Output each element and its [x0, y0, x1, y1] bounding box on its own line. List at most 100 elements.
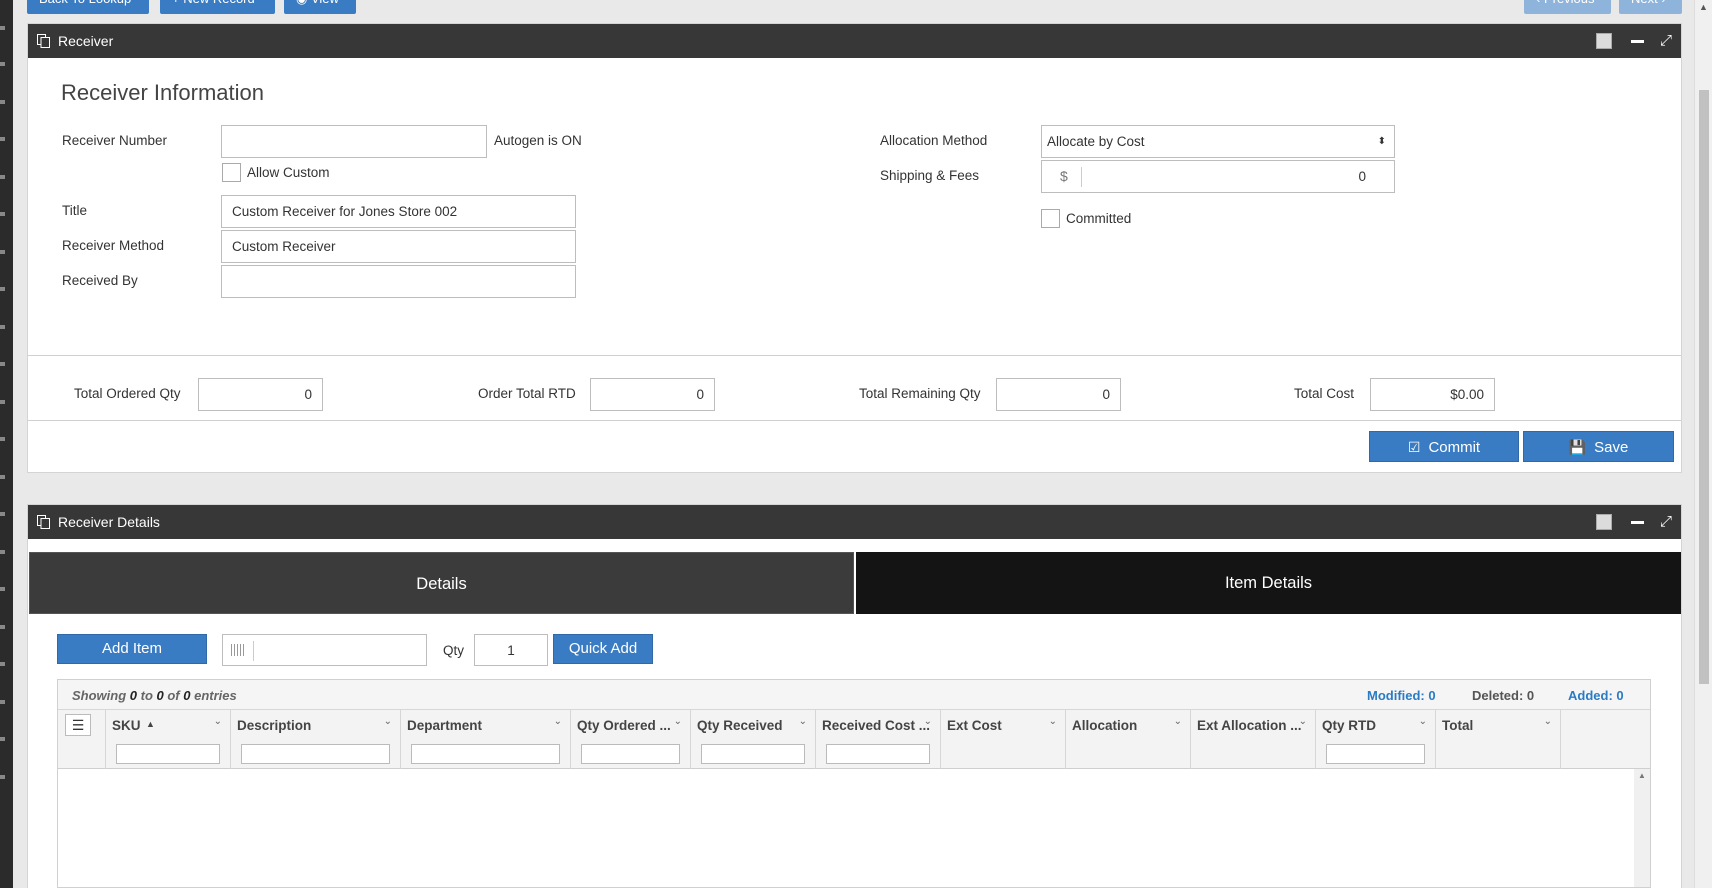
expand-icon[interactable]: ⤢	[1660, 514, 1672, 530]
column-qty-rtd[interactable]: Qty RTD ⌄	[1316, 710, 1436, 769]
document-icon	[37, 515, 50, 529]
column-total[interactable]: Total ⌄	[1436, 710, 1561, 769]
minimize-icon[interactable]	[1631, 40, 1644, 43]
save-button[interactable]: 💾 Save	[1523, 431, 1674, 462]
view-button[interactable]: ◉ View	[284, 0, 356, 14]
allow-custom-checkbox[interactable]	[222, 163, 241, 182]
showing-of-word: of	[163, 688, 184, 703]
tab-item-details[interactable]: Item Details	[856, 552, 1681, 614]
qty-label: Qty	[443, 643, 465, 658]
chevron-down-icon[interactable]: ⌄	[1299, 716, 1307, 727]
total-ordered-qty-field: 0	[198, 378, 323, 411]
top-toolbar: Back To Lookup + New Record ◉ View ‹ Pre…	[27, 0, 1712, 14]
column-header-qty-rtd: Qty RTD	[1322, 718, 1376, 733]
filter-department-input[interactable]	[411, 744, 560, 764]
scroll-thumb[interactable]	[1699, 90, 1709, 684]
panel-color-toggle[interactable]	[1596, 33, 1612, 49]
page-scrollbar[interactable]: ▲	[1694, 0, 1712, 888]
column-menu[interactable]: ☰	[58, 710, 106, 769]
column-ext-allocation[interactable]: Ext Allocation ... ⌄	[1191, 710, 1316, 769]
added-count[interactable]: Added: 0	[1568, 688, 1624, 703]
chevron-down-icon[interactable]: ⌄	[1544, 716, 1552, 727]
chevron-down-icon[interactable]: ⌄	[214, 716, 222, 727]
column-header-received-cost: Received Cost ...	[822, 718, 931, 733]
grid-body	[58, 769, 1650, 887]
column-qty-received[interactable]: Qty Received ⌄	[691, 710, 816, 769]
chevron-down-icon[interactable]: ⌄	[1049, 716, 1057, 727]
allocation-method-label: Allocation Method	[880, 133, 988, 148]
column-received-cost[interactable]: Received Cost ... ⌄	[816, 710, 941, 769]
column-header-qty-received: Qty Received	[697, 718, 783, 733]
grid-header: ☰ SKU ▲ ⌄ Description ⌄ Department ⌄ Qty…	[58, 710, 1650, 769]
title-label: Title	[62, 203, 88, 218]
column-department[interactable]: Department ⌄	[401, 710, 571, 769]
add-item-button[interactable]: Add Item	[57, 634, 207, 664]
scroll-up-icon[interactable]: ▲	[1638, 771, 1646, 780]
panel-color-toggle[interactable]	[1596, 514, 1612, 530]
modified-count[interactable]: Modified: 0	[1367, 688, 1436, 703]
committed-checkbox[interactable]	[1041, 209, 1060, 228]
received-by-label: Received By	[62, 273, 138, 288]
deleted-count[interactable]: Deleted: 0	[1472, 688, 1534, 703]
filter-description-input[interactable]	[241, 744, 390, 764]
column-header-department: Department	[407, 718, 483, 733]
qty-input[interactable]: 1	[474, 634, 548, 666]
minimize-icon[interactable]	[1631, 521, 1644, 524]
grid-info-bar: Showing 0 to 0 of 0 entries Modified: 0 …	[58, 680, 1650, 710]
new-record-button[interactable]: + New Record	[160, 0, 275, 14]
receiver-panel: Receiver ⤢ Receiver Information Receiver…	[27, 23, 1682, 473]
shipping-fees-input[interactable]: $ 0	[1041, 160, 1395, 193]
back-to-lookup-button[interactable]: Back To Lookup	[27, 0, 149, 14]
receiver-number-label: Receiver Number	[62, 133, 168, 148]
receiver-panel-header: Receiver ⤢	[28, 24, 1681, 58]
chevron-down-icon[interactable]: ⌄	[924, 716, 932, 727]
chevron-down-icon[interactable]: ⌄	[384, 716, 392, 727]
floppy-disk-icon: 💾	[1568, 439, 1587, 455]
received-by-input[interactable]	[221, 265, 576, 298]
barcode-icon	[231, 644, 246, 656]
chevron-down-icon[interactable]: ⌄	[674, 716, 682, 727]
grid-scrollbar[interactable]: ▲	[1634, 769, 1650, 887]
filter-qty-rtd-input[interactable]	[1326, 744, 1425, 764]
chevron-down-icon[interactable]: ⌄	[1419, 716, 1427, 727]
showing-to-word: to	[137, 688, 157, 703]
items-grid: Showing 0 to 0 of 0 entries Modified: 0 …	[57, 679, 1651, 888]
column-header-description: Description	[237, 718, 312, 733]
allocation-method-select[interactable]: Allocate by Cost ⬍	[1041, 125, 1395, 158]
commit-button[interactable]: ☑ Commit	[1369, 431, 1519, 462]
chevron-down-icon[interactable]: ⌄	[799, 716, 807, 727]
column-sku[interactable]: SKU ▲ ⌄	[106, 710, 231, 769]
menu-icon[interactable]: ☰	[65, 714, 91, 736]
column-description[interactable]: Description ⌄	[231, 710, 401, 769]
divider	[28, 355, 1681, 356]
tab-details[interactable]: Details	[29, 552, 854, 614]
chevron-down-icon[interactable]: ⌄	[1174, 716, 1182, 727]
filter-qty-received-input[interactable]	[701, 744, 805, 764]
receiver-number-input[interactable]	[221, 125, 487, 158]
currency-divider	[1081, 167, 1082, 187]
autogen-text: Autogen is ON	[494, 133, 582, 148]
quick-add-button[interactable]: Quick Add	[553, 634, 653, 664]
showing-entries-text: Showing 0 to 0 of 0 entries	[72, 688, 237, 703]
title-input[interactable]: Custom Receiver for Jones Store 002	[221, 195, 576, 228]
divider	[28, 420, 1681, 421]
previous-button[interactable]: ‹ Previous	[1524, 0, 1611, 14]
receiver-method-input[interactable]: Custom Receiver	[221, 230, 576, 263]
column-header-sku: SKU	[112, 718, 141, 733]
save-button-label: Save	[1594, 439, 1629, 456]
expand-icon[interactable]: ⤢	[1660, 33, 1672, 49]
column-ext-cost[interactable]: Ext Cost ⌄	[941, 710, 1066, 769]
column-allocation[interactable]: Allocation ⌄	[1066, 710, 1191, 769]
commit-button-label: Commit	[1428, 439, 1481, 456]
next-button[interactable]: Next ›	[1619, 0, 1682, 14]
filter-sku-input[interactable]	[116, 744, 220, 764]
shipping-fees-value: 0	[1358, 169, 1366, 184]
filter-received-cost-input[interactable]	[826, 744, 930, 764]
shipping-fees-label: Shipping & Fees	[880, 168, 980, 183]
allow-custom-label: Allow Custom	[247, 165, 330, 180]
total-cost-field: $0.00	[1370, 378, 1495, 411]
barcode-input[interactable]	[222, 634, 427, 666]
chevron-down-icon[interactable]: ⌄	[554, 716, 562, 727]
filter-qty-ordered-input[interactable]	[581, 744, 680, 764]
column-qty-ordered[interactable]: Qty Ordered ... ⌄	[571, 710, 691, 769]
